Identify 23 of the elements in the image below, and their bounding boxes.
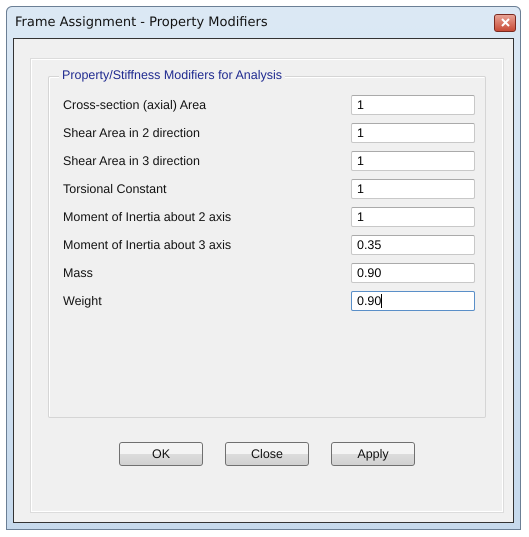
field-label: Weight — [63, 294, 102, 308]
dialog-button[interactable]: OK — [119, 442, 203, 466]
field-label: Moment of Inertia about 2 axis — [63, 210, 232, 224]
window-title: Frame Assignment - Property Modifiers — [14, 15, 268, 30]
field-label: Shear Area in 3 direction — [63, 154, 200, 168]
close-button[interactable] — [494, 14, 516, 32]
group-title: Property/Stiffness Modifiers for Analysis — [59, 68, 285, 82]
field-label: Moment of Inertia about 3 axis — [63, 238, 232, 252]
field-label: Cross-section (axial) Area — [63, 98, 206, 112]
field-label: Mass — [63, 266, 93, 280]
input-field[interactable]: 1 — [351, 207, 475, 227]
input-field[interactable]: 0.35 — [351, 235, 475, 255]
close-icon — [500, 18, 510, 27]
input-field[interactable]: 1 — [351, 151, 475, 171]
input-field[interactable]: 1 — [351, 95, 475, 115]
field-label: Torsional Constant — [63, 182, 167, 196]
input-field[interactable]: 0.90 — [351, 263, 475, 283]
input-field[interactable]: 1 — [351, 179, 475, 199]
field-label: Shear Area in 2 direction — [63, 126, 200, 140]
input-field[interactable]: 1 — [351, 123, 475, 143]
dialog-button[interactable]: Close — [225, 442, 309, 466]
input-field[interactable]: 0.90 — [351, 291, 475, 311]
dialog-button[interactable]: Apply — [331, 442, 415, 466]
